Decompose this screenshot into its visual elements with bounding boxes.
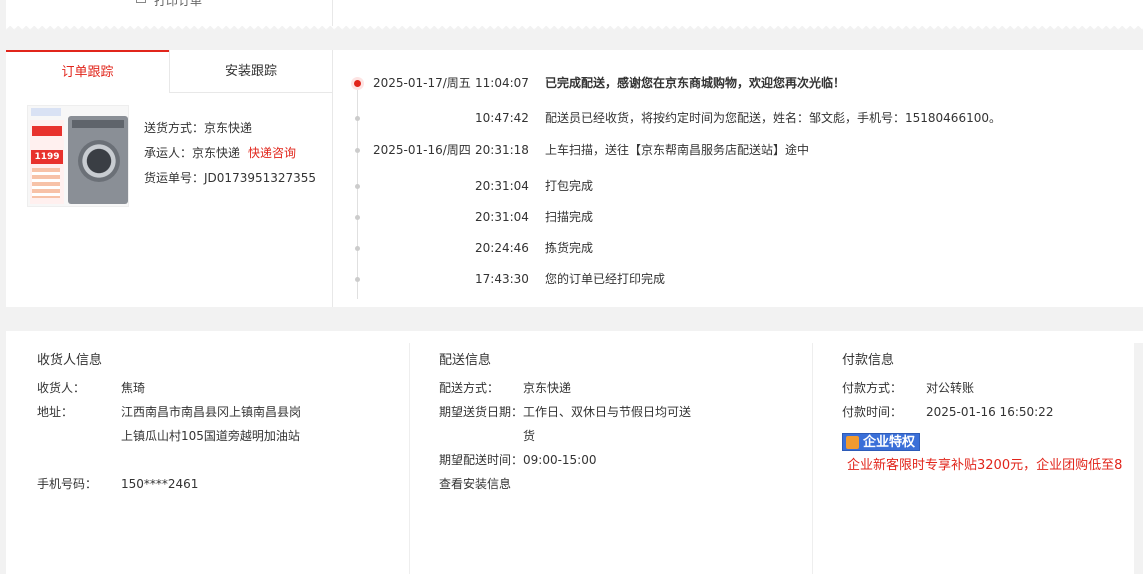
timeline-dot-icon	[355, 215, 360, 220]
order-info-card: 收货人信息 收货人： 焦琦 地址： 江西南昌市南昌县冈上镇南昌县岗上镇瓜山村10…	[6, 331, 1143, 574]
consignee-title: 收货人信息	[37, 353, 103, 368]
view-install-info-link[interactable]: 查看安装信息	[439, 472, 511, 496]
timeline-dot-icon	[355, 277, 360, 282]
shipping-method-row: 送货方式：京东快递	[144, 116, 316, 141]
delivery-date-label: 期望送货日期：	[439, 405, 524, 419]
consignee-name-row: 收货人： 焦琦	[37, 376, 409, 400]
tracking-number-row: 货运单号：JD0173951327355	[144, 166, 316, 191]
carrier-label: 承运人：	[144, 146, 193, 160]
consignee-phone-row: 手机号码： 150****2461	[37, 472, 409, 496]
timeline-time: 20:31:18	[475, 143, 529, 157]
delivery-method-row: 配送方式： 京东快递	[439, 376, 811, 400]
timeline-time: 20:24:46	[475, 241, 529, 255]
tab-order-tracking[interactable]: 订单跟踪	[6, 50, 169, 93]
tab-install-tracking[interactable]: 安装跟踪	[169, 50, 332, 93]
delivery-date-value: 工作日、双休日与节假日均可送货	[523, 405, 692, 443]
consignee-address-value: 江西南昌市南昌县冈上镇南昌县岗上镇瓜山村105国道旁越明加油站	[121, 405, 302, 443]
timeline-time: 20:31:04	[475, 179, 529, 193]
machine-door	[78, 140, 120, 182]
payment-title: 付款信息	[842, 353, 895, 368]
consignee-phone-value: 150****2461	[121, 477, 199, 491]
timeline-message: 拣货完成	[545, 241, 594, 255]
payment-method-label: 付款方式：	[842, 381, 903, 395]
divider	[812, 343, 813, 574]
install-info-row: 查看安装信息	[439, 472, 811, 496]
payment-time-row: 付款时间： 2025-01-16 16:50:22	[842, 400, 1143, 424]
delivery-time-label: 期望配送时间：	[439, 453, 524, 467]
consignee-address-row: 地址： 江西南昌市南昌县冈上镇南昌县岗上镇瓜山村105国道旁越明加油站	[37, 400, 409, 472]
timeline-time: 10:47:42	[475, 111, 529, 125]
timeline-date: 2025-01-17/周五	[373, 76, 471, 90]
courier-consult-link[interactable]: 快递咨询	[248, 146, 296, 160]
timeline-entry: 20:24:46 拣货完成	[344, 238, 1134, 258]
consignee-address-label: 地址：	[37, 405, 74, 419]
payment-info: 付款信息 付款方式： 对公转账 付款时间： 2025-01-16 16:50:2…	[842, 331, 1143, 574]
machine-panel	[72, 120, 124, 128]
enterprise-promo-text[interactable]: 企业新客限时专享补贴3200元，企业团购低至8	[847, 454, 1122, 473]
payment-time-value: 2025-01-16 16:50:22	[926, 405, 1054, 419]
delivery-method-label: 配送方式：	[439, 381, 500, 395]
tracking-tabs: 订单跟踪 安装跟踪	[6, 50, 332, 93]
consignee-name-label: 收货人：	[37, 381, 86, 395]
page-edge	[1134, 343, 1143, 574]
tracking-number-label: 货运单号：	[144, 171, 205, 185]
timeline-message: 已完成配送，感谢您在京东商城购物，欢迎您再次光临！	[545, 76, 846, 90]
tracking-card: 订单跟踪 安装跟踪 1199 送货方式：京东快递 承运人：京东快递 快递咨询 货运…	[6, 50, 1143, 307]
divider	[332, 50, 333, 307]
timeline-date: 2025-01-16/周四	[373, 143, 471, 157]
payment-method-row: 付款方式： 对公转账	[842, 376, 1143, 400]
timeline-message: 上车扫描，送往【京东帮南昌服务店配送站】途中	[545, 143, 810, 157]
zigzag-edge	[6, 26, 1143, 32]
timeline-dot-icon	[355, 246, 360, 251]
timeline-message: 配送员已经收货，将按约定时间为您配送，姓名：邹文彪，手机号：1518046610…	[545, 111, 1001, 125]
product-image-features	[32, 168, 60, 198]
timeline-dot-icon	[355, 184, 360, 189]
timeline-dot-icon	[355, 148, 360, 153]
payment-method-value: 对公转账	[926, 381, 975, 395]
tracking-number-value: JD0173951327355	[204, 171, 317, 185]
timeline-entry: 10:47:42 配送员已经收货，将按约定时间为您配送，姓名：邹文彪，手机号：1…	[344, 108, 1134, 128]
timeline-time: 11:04:07	[475, 76, 529, 90]
brand-logo	[31, 108, 61, 116]
order-summary-card-top: 打印订单	[6, 0, 1143, 26]
shipping-method-label: 送货方式：	[144, 121, 205, 135]
carrier-value: 京东快递	[192, 146, 241, 160]
delivery-time-row: 期望配送时间： 09:00-15:00	[439, 448, 811, 472]
timeline-dot-icon	[355, 116, 360, 121]
print-icon	[136, 0, 146, 3]
shipping-method-value: 京东快递	[204, 121, 253, 135]
timeline-message: 您的订单已经打印完成	[545, 272, 666, 286]
timeline-message: 打包完成	[545, 179, 594, 193]
product-image[interactable]: 1199	[27, 105, 129, 207]
gift-icon	[846, 436, 859, 449]
timeline-entry: 20:31:04 扫描完成	[344, 207, 1134, 227]
enterprise-privilege-label: 企业特权	[863, 435, 916, 450]
product-price-tag: 1199	[31, 150, 63, 164]
divider	[409, 343, 410, 574]
timeline-dot-icon	[354, 80, 361, 87]
delivery-time-value: 09:00-15:00	[523, 453, 597, 467]
timeline-entry: 17:43:30 您的订单已经打印完成	[344, 269, 1134, 289]
product-image-tag	[32, 126, 62, 136]
timeline-entry: 2025-01-17/周五 11:04:07 已完成配送，感谢您在京东商城购物，…	[344, 73, 1134, 93]
delivery-info: 配送信息 配送方式： 京东快递 期望送货日期： 工作日、双休日与节假日均可送货 …	[439, 331, 811, 574]
consignee-name-value: 焦琦	[121, 381, 146, 395]
carrier-row: 承运人：京东快递 快递咨询	[144, 141, 316, 166]
timeline-entry: 2025-01-16/周四 20:31:18 上车扫描，送往【京东帮南昌服务店配…	[344, 140, 1134, 160]
timeline-time: 20:31:04	[475, 210, 529, 224]
divider	[332, 0, 333, 26]
consignee-info: 收货人信息 收货人： 焦琦 地址： 江西南昌市南昌县冈上镇南昌县岗上镇瓜山村10…	[37, 331, 409, 574]
delivery-method-value: 京东快递	[523, 381, 572, 395]
consignee-phone-label: 手机号码：	[37, 477, 98, 491]
timeline-message: 扫描完成	[545, 210, 594, 224]
delivery-date-row: 期望送货日期： 工作日、双休日与节假日均可送货	[439, 400, 811, 448]
enterprise-privilege-badge[interactable]: 企业特权	[842, 433, 921, 451]
print-order-link[interactable]: 打印订单	[154, 0, 202, 9]
payment-time-label: 付款时间：	[842, 405, 903, 419]
timeline-entry: 20:31:04 打包完成	[344, 176, 1134, 196]
delivery-title: 配送信息	[439, 353, 492, 368]
shipping-info: 送货方式：京东快递 承运人：京东快递 快递咨询 货运单号：JD0173951327…	[144, 116, 316, 191]
washing-machine-icon	[68, 116, 128, 204]
timeline-time: 17:43:30	[475, 272, 529, 286]
